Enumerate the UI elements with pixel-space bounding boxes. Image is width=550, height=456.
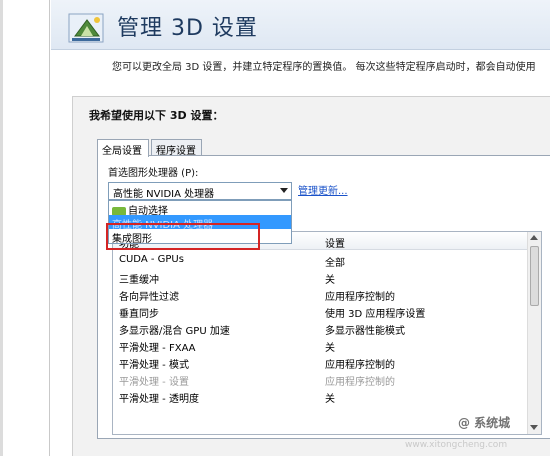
row-setting[interactable]: 使用 3D 应用程序设置 bbox=[325, 305, 425, 320]
watermark-url: www.xitongcheng.com bbox=[405, 440, 508, 450]
row-feature: CUDA - GPUs bbox=[119, 254, 184, 265]
row-setting[interactable]: 全部 bbox=[325, 254, 345, 269]
row-setting[interactable]: 关 bbox=[325, 271, 335, 286]
preferred-gpu-selected-value: 高性能 NVIDIA 处理器 bbox=[113, 189, 215, 200]
page-title: 管理 3D 设置 bbox=[117, 16, 258, 41]
dropdown-option-label: 自动选择 bbox=[128, 206, 168, 215]
row-feature: 三重缓冲 bbox=[119, 275, 159, 286]
table-row[interactable]: 三重缓冲 关 bbox=[113, 269, 528, 286]
table-scrollbar[interactable] bbox=[527, 232, 541, 434]
table-row[interactable]: 多显示器/混合 GPU 加速 多显示器性能模式 bbox=[113, 320, 528, 337]
table-row[interactable]: 平滑处理 - FXAA 关 bbox=[113, 337, 528, 354]
table-row[interactable]: 各向异性过滤 应用程序控制的 bbox=[113, 286, 528, 303]
preferred-gpu-select[interactable]: 高性能 NVIDIA 处理器 bbox=[108, 182, 292, 200]
scroll-down-icon[interactable] bbox=[530, 425, 538, 430]
table-row[interactable]: 平滑处理 - 模式 应用程序控制的 bbox=[113, 354, 528, 371]
scroll-thumb[interactable] bbox=[530, 246, 539, 306]
row-feature: 平滑处理 - FXAA bbox=[119, 343, 196, 354]
row-feature: 多显示器/混合 GPU 加速 bbox=[119, 326, 230, 337]
nvidia-green-icon bbox=[112, 206, 126, 215]
table-body: CUDA - GPUs 全部 三重缓冲 关 各向异性过滤 应用程序控制的 垂直同… bbox=[113, 252, 528, 405]
chevron-down-icon[interactable] bbox=[280, 188, 288, 193]
global-settings-panel: 首选图形处理器 (P): 高性能 NVIDIA 处理器 管理更新... 自动选择… bbox=[97, 155, 550, 439]
table-row[interactable]: 平滑处理 - 设置 应用程序控制的 bbox=[113, 371, 528, 388]
tab-program-settings[interactable]: 程序设置 bbox=[151, 139, 202, 157]
row-setting[interactable]: 关 bbox=[325, 390, 335, 405]
page-header: 管理 3D 设置 bbox=[51, 0, 550, 50]
highlight-annotation-box bbox=[106, 223, 260, 250]
preferred-gpu-label: 首选图形处理器 (P): bbox=[108, 168, 199, 179]
row-feature: 平滑处理 - 透明度 bbox=[119, 394, 199, 405]
watermark-logo: @ 系统城 bbox=[458, 416, 511, 430]
left-navigation-pane bbox=[0, 0, 50, 456]
row-setting[interactable]: 应用程序控制的 bbox=[325, 373, 395, 388]
row-feature: 平滑处理 - 设置 bbox=[119, 377, 189, 388]
tab-global-settings[interactable]: 全局设置 bbox=[97, 139, 149, 157]
table-row[interactable]: 平滑处理 - 透明度 关 bbox=[113, 388, 528, 405]
left-pane-edge bbox=[0, 0, 3, 456]
settings-group: 我希望使用以下 3D 设置： 全局设置 程序设置 首选图形处理器 (P): 高性… bbox=[72, 96, 550, 456]
nvidia-3d-settings-icon bbox=[68, 13, 104, 43]
column-header-setting[interactable]: 设置 bbox=[325, 235, 345, 250]
row-feature: 各向异性过滤 bbox=[119, 292, 179, 303]
row-setting[interactable]: 关 bbox=[325, 339, 335, 354]
scroll-up-icon[interactable] bbox=[530, 235, 538, 240]
table-row[interactable]: 垂直同步 使用 3D 应用程序设置 bbox=[113, 303, 528, 320]
table-row[interactable]: CUDA - GPUs 全部 bbox=[113, 252, 528, 269]
group-heading: 我希望使用以下 3D 设置： bbox=[89, 109, 224, 122]
row-setting[interactable]: 多显示器性能模式 bbox=[325, 322, 405, 337]
dropdown-option-auto-select[interactable]: 自动选择 bbox=[109, 201, 291, 215]
row-setting[interactable]: 应用程序控制的 bbox=[325, 356, 395, 371]
row-feature: 垂直同步 bbox=[119, 309, 159, 320]
row-setting[interactable]: 应用程序控制的 bbox=[325, 288, 395, 303]
page-description: 您可以更改全局 3D 设置，并建立特定程序的置换值。 每次这些特定程序启动时，都… bbox=[112, 62, 536, 73]
manage-updates-link[interactable]: 管理更新... bbox=[298, 182, 348, 197]
row-feature: 平滑处理 - 模式 bbox=[119, 360, 189, 371]
settings-table: 功能 设置 CUDA - GPUs 全部 三重缓冲 关 各向异性过滤 应用程序控… bbox=[112, 231, 542, 435]
